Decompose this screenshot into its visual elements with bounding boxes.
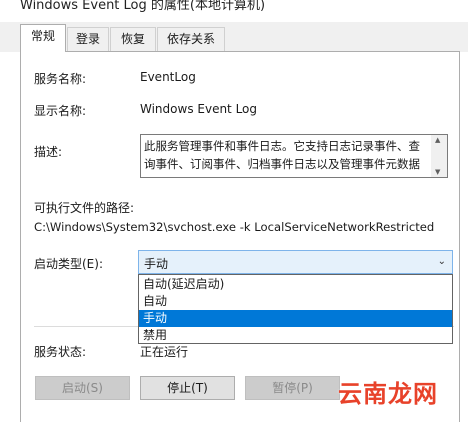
start-button[interactable]: 启动(S) bbox=[35, 376, 130, 400]
description-text: 此服务管理事件和事件日志。它支持日志记录事件、查 询事件、订阅事件、归档事件日志… bbox=[144, 139, 420, 171]
title-bar: Windows Event Log 的属性(本地计算机) bbox=[0, 0, 468, 22]
startup-type-value: 手动 bbox=[144, 257, 169, 271]
display-name-label: 显示名称: bbox=[34, 104, 87, 118]
scroll-up-icon[interactable]: ▲ bbox=[435, 136, 440, 144]
service-name-value: EventLog bbox=[140, 70, 196, 84]
pause-button[interactable]: 暂停(P) bbox=[245, 376, 340, 400]
option-disabled[interactable]: 禁用 bbox=[139, 327, 452, 344]
startup-type-dropdown[interactable]: 自动(延迟启动) 自动 手动 禁用 bbox=[138, 274, 453, 344]
window-title: Windows Event Log 的属性(本地计算机) bbox=[20, 0, 266, 13]
display-name-value: Windows Event Log bbox=[140, 102, 258, 116]
chevron-down-icon[interactable]: ⌄ bbox=[438, 256, 446, 267]
tab-dependencies[interactable]: 依存关系 bbox=[157, 27, 225, 51]
service-status-label: 服务状态: bbox=[34, 345, 87, 359]
startup-type-label: 启动类型(E): bbox=[34, 257, 103, 271]
tab-logon[interactable]: 登录 bbox=[67, 27, 109, 51]
tab-general[interactable]: 常规 bbox=[20, 24, 66, 52]
exe-path-value: C:\Windows\System32\svchost.exe -k Local… bbox=[34, 220, 435, 234]
startup-type-select[interactable]: 手动 ⌄ bbox=[138, 250, 453, 274]
description-scrollbar[interactable]: ▲ ▼ bbox=[431, 135, 447, 177]
option-auto[interactable]: 自动 bbox=[139, 293, 452, 310]
description-box[interactable]: 此服务管理事件和事件日志。它支持日志记录事件、查 询事件、订阅事件、归档事件日志… bbox=[140, 134, 448, 178]
stop-button[interactable]: 停止(T) bbox=[140, 376, 235, 400]
service-name-label: 服务名称: bbox=[34, 72, 87, 86]
service-status-value: 正在运行 bbox=[140, 345, 189, 359]
watermark-logo: 云南龙网 bbox=[338, 380, 438, 408]
description-label: 描述: bbox=[34, 145, 63, 159]
option-manual[interactable]: 手动 bbox=[139, 310, 452, 327]
tab-recovery[interactable]: 恢复 bbox=[110, 27, 156, 51]
scroll-down-icon[interactable]: ▼ bbox=[435, 168, 440, 176]
option-auto-delayed[interactable]: 自动(延迟启动) bbox=[139, 276, 452, 293]
exe-path-label: 可执行文件的路径: bbox=[34, 201, 135, 215]
